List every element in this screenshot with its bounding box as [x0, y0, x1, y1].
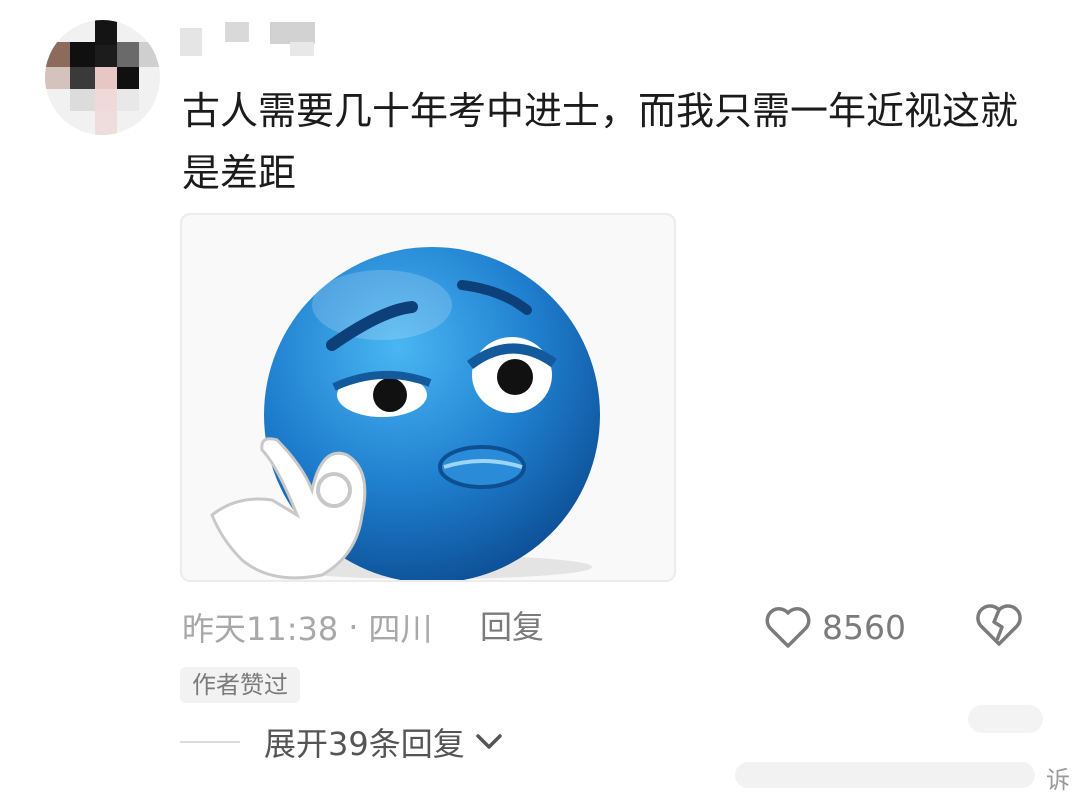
comment-image[interactable] — [180, 213, 676, 582]
watermark-glyph: 诉 — [1046, 766, 1070, 794]
avatar[interactable] — [45, 20, 160, 135]
chevron-down-icon — [475, 734, 502, 749]
comment-time: 昨天11:38 — [182, 610, 339, 648]
reply-button[interactable]: 回复 — [480, 602, 544, 652]
expand-replies-label: 展开39条回复 — [264, 725, 465, 763]
comment-location: 四川 — [368, 610, 433, 648]
like-count: 8560 — [822, 607, 906, 647]
broken-heart-icon — [976, 604, 1022, 646]
watermark-faint — [968, 705, 1043, 733]
comment-meta: 昨天11:38 · 四川 — [182, 602, 432, 652]
author-liked-badge: 作者赞过 — [180, 667, 300, 703]
meta-separator: · — [348, 608, 359, 646]
expand-replies-button[interactable]: 展开39条回复 — [180, 717, 503, 767]
comment-text: 古人需要几十年考中进士，而我只需一年近视这就是差距 — [182, 89, 1019, 195]
username[interactable] — [180, 20, 320, 56]
dislike-button[interactable] — [974, 600, 1024, 650]
watermark-bar — [735, 762, 1035, 788]
heart-icon — [765, 607, 811, 648]
like-button[interactable]: 8560 — [764, 600, 906, 654]
divider-line — [180, 741, 240, 743]
blue-emoji-ok-hand-icon — [210, 247, 600, 580]
